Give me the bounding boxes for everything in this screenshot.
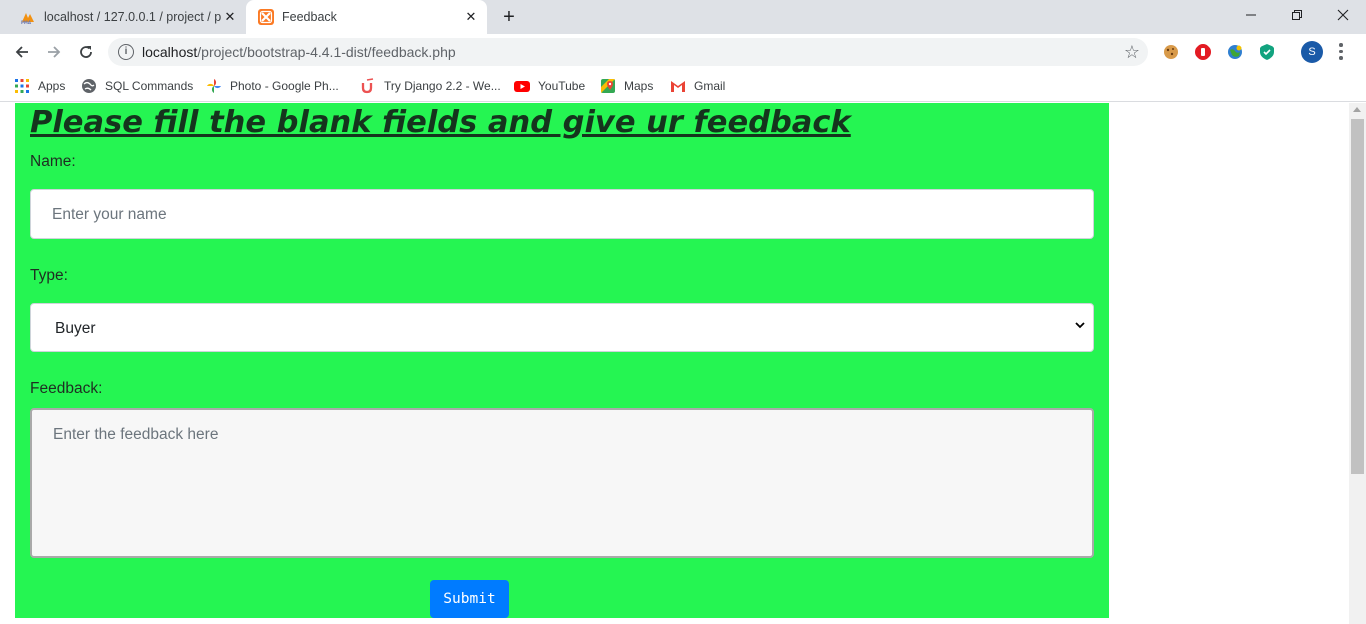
bookmark-label: SQL Commands <box>105 79 194 93</box>
apps-grid-icon <box>15 79 29 93</box>
scrollbar-thumb[interactable] <box>1351 119 1364 474</box>
bookmark-label: Maps <box>624 79 654 93</box>
chevron-down-icon <box>1075 322 1085 329</box>
restore-icon <box>1292 10 1302 20</box>
maps-icon <box>601 79 615 93</box>
world-icon[interactable] <box>1227 44 1243 60</box>
restore-button[interactable] <box>1274 0 1320 30</box>
type-select[interactable]: Buyer <box>30 303 1094 352</box>
name-placeholder: Enter your name <box>52 206 167 223</box>
reload-icon <box>80 46 92 58</box>
shield-check-icon[interactable] <box>1259 44 1275 60</box>
tab-title: Feedback <box>282 10 337 24</box>
bookmark-youtube[interactable]: YouTube <box>514 76 585 96</box>
bookmark-star-icon[interactable]: ☆ <box>1124 41 1140 63</box>
browser-menu-icon[interactable] <box>1336 40 1346 64</box>
bookmark-label: Photo - Google Ph... <box>230 79 339 93</box>
page-title: Please fill the blank fields and give ur… <box>30 105 851 140</box>
url-host: localhost <box>142 44 198 60</box>
url-text[interactable]: localhost/project/bootstrap-4.4.1-dist/f… <box>142 44 456 60</box>
name-input[interactable]: Enter your name <box>30 189 1094 239</box>
close-window-button[interactable] <box>1320 0 1366 30</box>
feedback-form-container: Please fill the blank fields and give ur… <box>15 103 1109 618</box>
svg-text:PMA: PMA <box>21 20 32 25</box>
bookmark-maps[interactable]: Maps <box>600 76 653 96</box>
udemy-icon <box>361 78 374 94</box>
xampp-icon <box>258 9 274 25</box>
bookmark-label: YouTube <box>538 79 586 93</box>
phpmyadmin-icon: PMA <box>21 13 34 25</box>
adblock-icon[interactable] <box>1195 44 1211 60</box>
tab-feedback[interactable]: Feedback ✕ <box>246 0 487 34</box>
forward-arrow-icon <box>48 46 61 58</box>
feedback-placeholder: Enter the feedback here <box>53 426 219 443</box>
tab-strip: PMA localhost / 127.0.0.1 / project / pr… <box>0 0 1366 34</box>
bookmark-label: Gmail <box>694 79 726 93</box>
close-tab-icon[interactable]: ✕ <box>222 9 238 25</box>
bookmark-google-photos[interactable]: Photo - Google Ph... <box>206 76 339 96</box>
tab-phpmyadmin[interactable]: PMA localhost / 127.0.0.1 / project / pr… <box>8 0 246 34</box>
name-label: Name: <box>30 153 76 170</box>
youtube-icon <box>514 81 530 92</box>
profile-avatar[interactable]: S <box>1301 41 1323 63</box>
url-path: /project/bootstrap-4.4.1-dist/feedback.p… <box>197 44 456 60</box>
bookmarks-bar: Apps SQL Commands Photo - Google Ph... T… <box>0 70 1366 102</box>
new-tab-button[interactable]: + <box>498 6 520 28</box>
page-viewport: Please fill the blank fields and give ur… <box>0 103 1349 624</box>
minimize-button[interactable] <box>1228 0 1274 30</box>
feedback-textarea[interactable]: Enter the feedback here <box>30 408 1094 558</box>
bookmark-sql-commands[interactable]: SQL Commands <box>81 76 193 96</box>
cookie-icon[interactable] <box>1163 44 1179 60</box>
bookmark-apps[interactable]: Apps <box>14 76 65 96</box>
scroll-up-arrow-icon[interactable] <box>1353 107 1361 112</box>
close-icon <box>1337 9 1349 21</box>
address-bar[interactable]: i localhost/project/bootstrap-4.4.1-dist… <box>108 38 1148 66</box>
bookmark-try-django[interactable]: Try Django 2.2 - We... <box>360 76 501 96</box>
bookmark-label: Try Django 2.2 - We... <box>384 79 501 93</box>
reload-button[interactable] <box>72 38 100 66</box>
forward-button[interactable] <box>40 38 68 66</box>
bookmark-label: Apps <box>38 79 66 93</box>
submit-button[interactable]: Submit <box>430 580 509 618</box>
google-photos-icon <box>207 79 221 93</box>
gmail-icon <box>671 81 685 92</box>
page-scrollbar[interactable] <box>1349 103 1366 624</box>
type-selected-value: Buyer <box>55 320 96 337</box>
bookmark-gmail[interactable]: Gmail <box>670 76 725 96</box>
back-arrow-icon <box>15 46 28 58</box>
close-tab-icon[interactable]: ✕ <box>463 9 479 25</box>
info-icon[interactable]: i <box>118 44 134 60</box>
browser-toolbar: i localhost/project/bootstrap-4.4.1-dist… <box>0 34 1366 70</box>
feedback-label: Feedback: <box>30 380 103 397</box>
type-label: Type: <box>30 267 68 284</box>
tab-title: localhost / 127.0.0.1 / project / pr <box>44 10 222 24</box>
back-button[interactable] <box>8 38 36 66</box>
minimize-icon <box>1246 14 1256 16</box>
globe-icon <box>82 79 96 93</box>
